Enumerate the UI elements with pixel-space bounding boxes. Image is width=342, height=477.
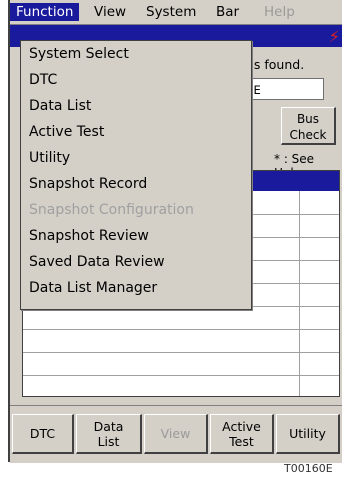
menu-bar: Function View System Bar Help: [10, 0, 342, 25]
toolbar-active-test-button[interactable]: Active Test: [210, 414, 274, 454]
menu-item-active-test[interactable]: Active Test: [29, 119, 104, 145]
menu-item-snapshot-configuration: Snapshot Configuration: [29, 202, 194, 218]
toolbar-dtc-label: DTC: [29, 426, 56, 441]
menu-item-dtc[interactable]: DTC: [29, 67, 57, 93]
menu-bar-item[interactable]: Bar: [210, 3, 245, 21]
app-window: Function View System Bar Help ⚡ was foun…: [8, 0, 342, 463]
toolbar-view-button[interactable]: View: [144, 414, 208, 454]
menu-item-utility[interactable]: Utility: [29, 145, 70, 171]
toolbar-utility-label: Utility: [289, 426, 326, 441]
bus-check-button[interactable]: Bus Check: [281, 107, 336, 145]
row-divider: [23, 375, 339, 376]
toolbar-utility-button[interactable]: Utility: [276, 414, 340, 454]
row-divider: [23, 329, 339, 330]
figure-code: T00160E: [284, 462, 333, 475]
function-menu-dropdown: System Select DTC Data List Active Test …: [20, 40, 252, 310]
lightning-icon: ⚡: [328, 27, 340, 46]
menu-function[interactable]: Function: [10, 3, 80, 21]
menu-item-system-select[interactable]: System Select: [29, 41, 129, 67]
toolbar-view-label: View: [160, 426, 191, 441]
toolbar-active-test-label: Active Test: [222, 418, 261, 449]
toolbar-dtc-button[interactable]: DTC: [12, 414, 74, 454]
row-divider: [23, 352, 339, 353]
menu-item-data-list[interactable]: Data List: [29, 93, 91, 119]
menu-item-snapshot-record[interactable]: Snapshot Record: [29, 171, 147, 197]
bus-check-label-2: Check: [289, 128, 327, 142]
bus-check-label-1: Bus: [296, 112, 320, 126]
column-divider: [299, 191, 300, 396]
menu-system[interactable]: System: [140, 3, 202, 21]
menu-help[interactable]: Help: [258, 3, 301, 21]
bottom-toolbar: DTC Data List View Active Test Utility: [10, 405, 342, 463]
toolbar-data-list-button[interactable]: Data List: [76, 414, 142, 454]
toolbar-data-list-label: Data List: [93, 418, 124, 449]
menu-view[interactable]: View: [88, 3, 132, 21]
menu-item-data-list-manager[interactable]: Data List Manager: [29, 275, 157, 301]
menu-item-snapshot-review[interactable]: Snapshot Review: [29, 223, 149, 249]
menu-item-saved-data-review[interactable]: Saved Data Review: [29, 249, 165, 275]
